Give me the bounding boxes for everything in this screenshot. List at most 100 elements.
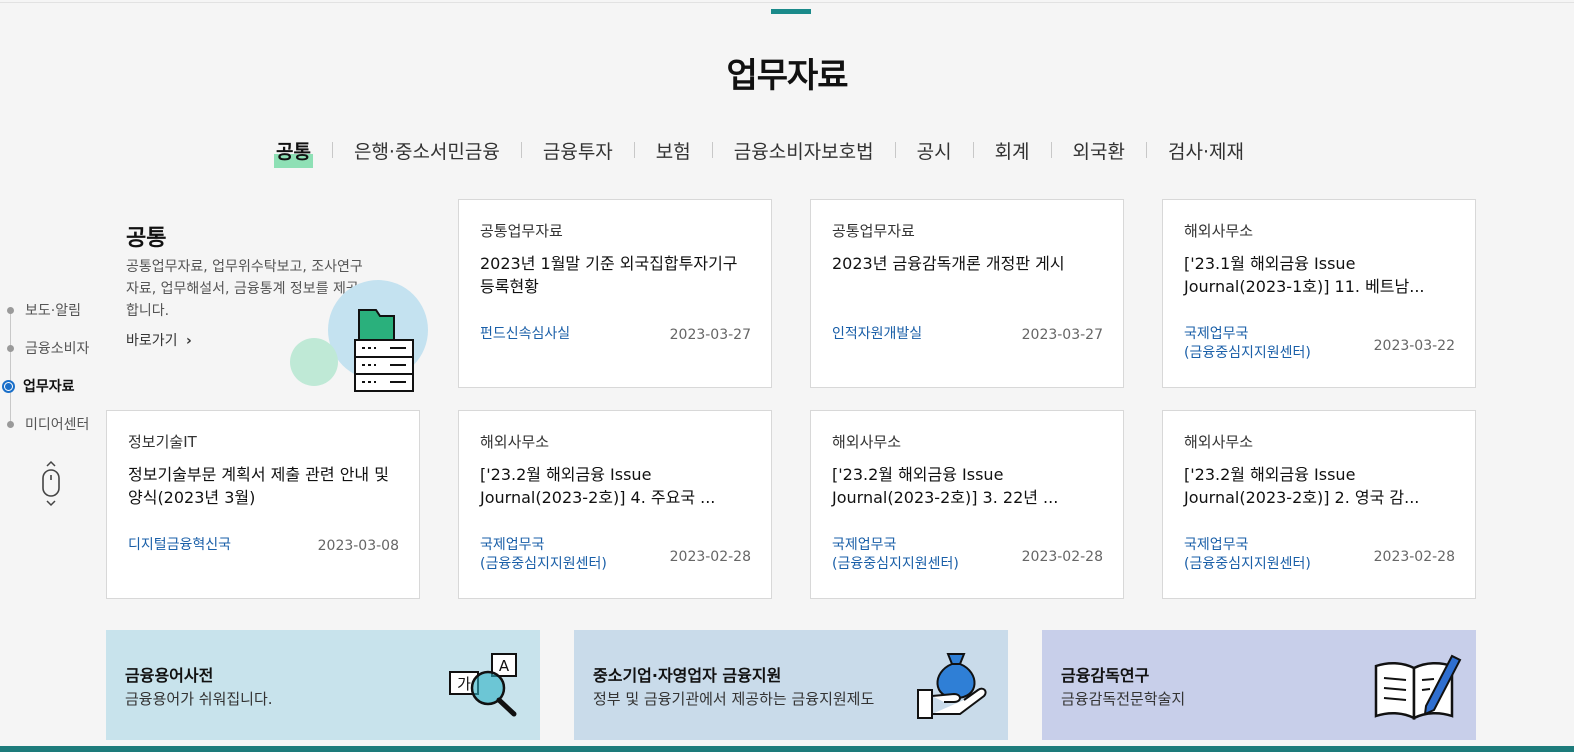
card-department: 인적자원개발실 — [832, 326, 923, 342]
card-date: 2023-02-28 — [1021, 549, 1103, 565]
icon-glyph: 가 — [457, 675, 471, 693]
tab-foreign-exchange[interactable]: 외국환 — [1071, 137, 1127, 164]
card-category: 해외사무소 — [1184, 222, 1254, 240]
card-category: 해외사무소 — [832, 433, 902, 451]
card-category: 공통업무자료 — [480, 222, 563, 240]
tab-disclosure[interactable]: 공시 — [915, 137, 954, 164]
card-date: 2023-03-27 — [1021, 327, 1103, 343]
card-category: 해외사무소 — [1184, 433, 1254, 451]
tab-separator — [1050, 142, 1052, 158]
tab-separator — [331, 142, 333, 158]
banner-subtitle: 금융용어가 쉬워집니다. — [125, 690, 273, 708]
banner-subtitle: 금융감독전문학술지 — [1061, 690, 1186, 708]
tab-insurance[interactable]: 보험 — [654, 137, 693, 164]
tab-common[interactable]: 공통 — [274, 137, 313, 168]
card-category: 공통업무자료 — [832, 222, 915, 240]
go-to-link[interactable]: 바로가기 › — [126, 330, 192, 350]
card-date: 2023-03-27 — [669, 327, 751, 343]
data-card[interactable]: 해외사무소 ['23.1월 해외금융 Issue Journal(2023-1호… — [1162, 199, 1476, 388]
tab-separator — [972, 142, 974, 158]
financial-terms-dictionary-banner[interactable]: 금융용어사전 금융용어가 쉬워집니다. 가 A — [106, 630, 540, 740]
sme-financial-support-banner[interactable]: 중소기업·자영업자 금융지원 정부 및 금융기관에서 제공하는 금융지원제도 — [574, 630, 1008, 740]
card-category: 해외사무소 — [480, 433, 550, 451]
side-nav-line — [10, 310, 11, 422]
card-department: 펀드신속심사실 — [480, 326, 571, 342]
dept-line: 국제업무국 — [832, 537, 897, 553]
side-nav-item-news[interactable]: 보도·알림 — [0, 299, 81, 321]
side-nav-item-consumer[interactable]: 금융소비자 — [0, 337, 89, 359]
nav-dot — [7, 306, 14, 314]
card-date: 2023-03-22 — [1373, 338, 1455, 354]
side-nav-item-media[interactable]: 미디어센터 — [0, 413, 89, 435]
data-card[interactable]: 공통업무자료 2023년 1월말 기준 외국집합투자기구 등록현황 펀드신속심사… — [458, 199, 772, 388]
card-title: 2023년 금융감독개론 개정판 게시 — [832, 254, 1065, 273]
financial-supervision-research-banner[interactable]: 금융감독연구 금융감독전문학술지 — [1042, 630, 1476, 740]
data-card[interactable]: 정보기술IT 정보기술부문 계획서 제출 관련 안내 및 양식(2023년 3월… — [106, 410, 420, 599]
banner-subtitle: 정부 및 금융기관에서 제공하는 금융지원제도 — [593, 690, 875, 708]
mouse-scroll-icon — [42, 460, 60, 507]
nav-dot — [7, 420, 14, 428]
data-card[interactable]: 해외사무소 ['23.2월 해외금융 Issue Journal(2023-2호… — [810, 410, 1124, 599]
dept-line: 국제업무국 — [1184, 537, 1249, 553]
side-nav-label: 금융소비자 — [25, 341, 90, 357]
dept-line: (금융중심지지원센터) — [1184, 345, 1311, 361]
side-nav-label: 보도·알림 — [25, 303, 81, 319]
money-bag-hand-icon — [917, 653, 987, 719]
category-tabs: 공통 은행·중소서민금융 금융투자 보험 금융소비자보호법 공시 회계 외국환 … — [274, 134, 1246, 168]
banner-title: 금융감독연구 — [1061, 666, 1150, 685]
card-title: ['23.2월 해외금융 Issue Journal(2023-2호)] 2. … — [1184, 465, 1420, 507]
data-card[interactable]: 해외사무소 ['23.2월 해외금융 Issue Journal(2023-2호… — [1162, 410, 1476, 599]
banner-title: 중소기업·자영업자 금융지원 — [593, 666, 782, 685]
tab-banking[interactable]: 은행·중소서민금융 — [352, 137, 502, 164]
tab-consumer-protection[interactable]: 금융소비자보호법 — [732, 137, 876, 164]
tab-separator — [894, 142, 896, 158]
tab-inspection-sanction[interactable]: 검사·제재 — [1166, 137, 1246, 164]
open-book-pen-icon — [1374, 654, 1462, 721]
folder-server-illustration-icon — [290, 280, 428, 392]
top-divider — [0, 2, 1574, 3]
dept-line: (금융중심지지원센터) — [832, 556, 959, 572]
card-department: 국제업무국 (금융중심지지원센터) — [1184, 325, 1311, 363]
tab-label: 공통 — [276, 140, 311, 163]
card-date: 2023-02-28 — [669, 549, 751, 565]
tab-investment[interactable]: 금융투자 — [541, 137, 615, 164]
card-date: 2023-02-28 — [1373, 549, 1455, 565]
bottom-accent-bar — [0, 746, 1574, 752]
nav-active-indicator — [2, 379, 15, 393]
dept-line: 국제업무국 — [480, 537, 545, 553]
data-card[interactable]: 해외사무소 ['23.2월 해외금융 Issue Journal(2023-2호… — [458, 410, 772, 599]
card-title: ['23.1월 해외금융 Issue Journal(2023-1호)] 11.… — [1184, 254, 1425, 296]
nav-dot — [7, 344, 14, 352]
tab-separator — [520, 142, 522, 158]
card-department: 디지털금융혁신국 — [128, 537, 232, 553]
dept-line: (금융중심지지원센터) — [480, 556, 607, 572]
section-accent-bar — [771, 9, 811, 14]
dictionary-magnifier-icon: 가 A — [449, 653, 517, 717]
card-department: 국제업무국 (금융중심지지원센터) — [832, 536, 959, 574]
card-title: ['23.2월 해외금융 Issue Journal(2023-2호)] 4. … — [480, 465, 716, 507]
side-nav-item-business-data[interactable]: 업무자료 — [0, 375, 75, 397]
tab-separator — [711, 142, 713, 158]
page-title: 업무자료 — [726, 56, 848, 96]
card-department: 국제업무국 (금융중심지지원센터) — [1184, 536, 1311, 574]
chevron-right-icon: › — [185, 333, 192, 349]
card-title: 2023년 1월말 기준 외국집합투자기구 등록현황 — [480, 254, 738, 296]
card-title: ['23.2월 해외금융 Issue Journal(2023-2호)] 3. … — [832, 465, 1059, 507]
tab-accounting[interactable]: 회계 — [993, 137, 1032, 164]
tab-separator — [1145, 142, 1147, 158]
card-category: 정보기술IT — [128, 433, 197, 451]
card-department: 국제업무국 (금융중심지지원센터) — [480, 536, 607, 574]
side-nav-label: 업무자료 — [23, 379, 75, 395]
card-title: 정보기술부문 계획서 제출 관련 안내 및 양식(2023년 3월) — [128, 465, 389, 507]
banner-title: 금융용어사전 — [125, 666, 214, 685]
data-card[interactable]: 공통업무자료 2023년 금융감독개론 개정판 게시 인적자원개발실 2023-… — [810, 199, 1124, 388]
icon-glyph: A — [499, 657, 510, 675]
dept-line: (금융중심지지원센터) — [1184, 556, 1311, 572]
side-nav-label: 미디어센터 — [25, 417, 90, 433]
card-date: 2023-03-08 — [317, 538, 399, 554]
go-to-label: 바로가기 — [126, 333, 178, 349]
intro-title: 공통 — [126, 226, 167, 251]
category-intro: 공통 공통업무자료, 업무위수탁보고, 조사연구자료, 업무해설서, 금융통계 … — [126, 220, 446, 392]
dept-line: 국제업무국 — [1184, 326, 1249, 342]
tab-separator — [633, 142, 635, 158]
